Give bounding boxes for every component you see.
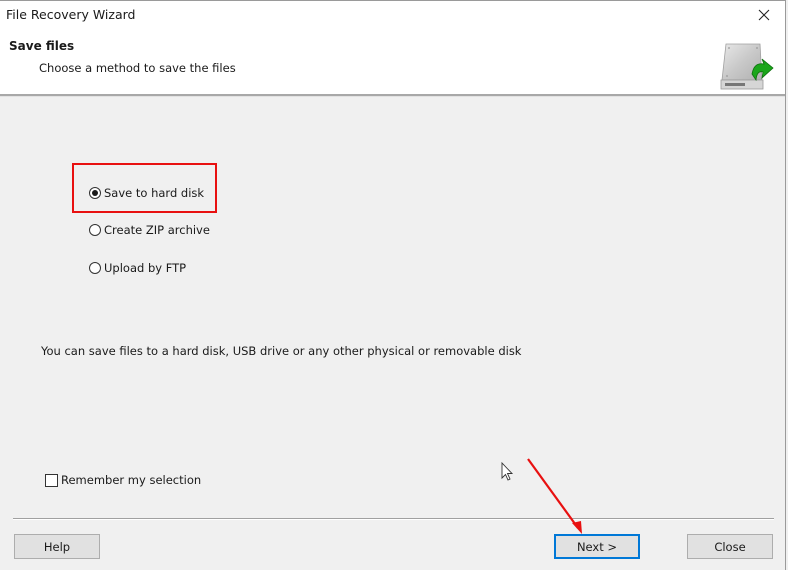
help-button[interactable]: Help [14,534,100,559]
wizard-header: Save files Choose a method to save the f… [0,31,785,94]
remember-selection-checkbox[interactable]: Remember my selection [45,473,201,487]
next-button[interactable]: Next > [554,534,640,559]
option-upload-by-ftp[interactable]: Upload by FTP [89,261,186,275]
file-recovery-wizard-window: File Recovery Wizard Save files Choose a… [0,0,786,570]
page-subtitle: Choose a method to save the files [39,61,236,75]
option-label: Create ZIP archive [104,223,210,237]
radio-button[interactable] [89,224,101,236]
close-icon[interactable] [753,4,775,26]
checkbox[interactable] [45,473,58,487]
radio-button-checked[interactable] [89,187,101,199]
checkbox-label: Remember my selection [61,473,202,487]
option-description: You can save files to a hard disk, USB d… [41,344,522,358]
hard-disk-save-icon [718,40,774,92]
radio-button[interactable] [89,262,101,274]
option-save-to-hard-disk[interactable]: Save to hard disk [89,186,204,200]
option-label: Save to hard disk [104,186,205,200]
option-create-zip-archive[interactable]: Create ZIP archive [89,223,210,237]
option-label: Upload by FTP [104,261,187,275]
window-title: File Recovery Wizard [6,7,136,22]
page-title: Save files [9,39,75,53]
close-button[interactable]: Close [687,534,773,559]
title-bar: File Recovery Wizard [0,1,785,31]
footer-separator [13,518,774,520]
header-separator [0,94,785,97]
